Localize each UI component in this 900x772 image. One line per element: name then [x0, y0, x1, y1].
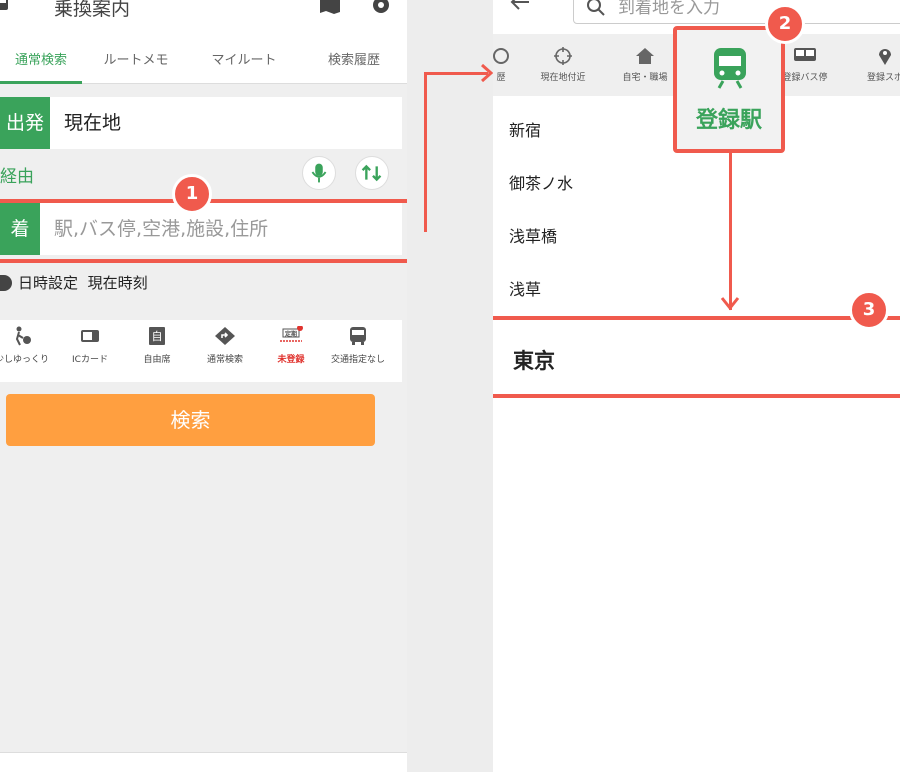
- back-arrow-icon[interactable]: [509, 0, 531, 12]
- swap-button[interactable]: [355, 156, 389, 190]
- history-icon: [493, 48, 509, 64]
- step-badge-3: 3: [849, 290, 889, 330]
- train-icon: [714, 48, 746, 89]
- search-button[interactable]: 検索: [6, 394, 375, 446]
- app-title: 乗換案内: [54, 0, 131, 20]
- datetime-row[interactable]: 日時設定 現在時刻: [0, 272, 148, 293]
- highlight-tokyo: [493, 316, 900, 398]
- commuter-pass-icon: 定期: [280, 326, 303, 342]
- microphone-icon: [311, 163, 327, 183]
- strip-nearby[interactable]: 現在地付近: [523, 46, 603, 83]
- origin-value: 現在地: [64, 112, 122, 134]
- step-badge-1: 1: [172, 174, 212, 214]
- station-item[interactable]: 浅草橋: [509, 223, 557, 247]
- search-icon: [587, 0, 605, 16]
- seat-icon: 自: [149, 327, 165, 345]
- strip-spots-label: 登録スポ: [866, 73, 900, 83]
- destination-search-input[interactable]: 到着地を入力: [618, 0, 720, 18]
- transit-search-screen: 乗換案内 通常検索 ルートメモ マイルート 検索履歴 出発 現在地 経由 着 駅…: [0, 0, 407, 772]
- arrow-head-icon: [481, 63, 494, 83]
- option-ic-card[interactable]: ICカード: [55, 326, 125, 365]
- bus-icon: [0, 0, 8, 10]
- tutorial-stage: 乗換案内 通常検索 ルートメモ マイルート 検索履歴 出発 現在地 経由 着 駅…: [0, 0, 900, 772]
- bus-icon: [350, 327, 366, 345]
- option-search-mode[interactable]: 通常検索: [190, 326, 260, 365]
- swap-arrows-icon: [361, 164, 382, 182]
- tab-route-memo[interactable]: ルートメモ: [88, 40, 184, 84]
- option-walk-speed[interactable]: 少しゆっくり: [0, 326, 57, 365]
- strip-nearby-label: 現在地付近: [540, 73, 586, 83]
- destination-picker-screen: 到着地を入力 歴 現在地付近 自宅・職場 登録バス停 登録スポ 新宿 御茶ノ水 …: [493, 0, 900, 772]
- connector-line: [729, 152, 732, 310]
- registered-stations-label: 登録駅: [695, 108, 762, 133]
- option-seat-label: 自由席: [143, 355, 171, 365]
- datetime-value: 現在時刻: [87, 274, 148, 292]
- connector-line: [424, 72, 427, 232]
- arrow-head-icon: [720, 297, 740, 311]
- via-label[interactable]: 経由: [0, 162, 34, 187]
- option-transport-label: 交通指定なし: [330, 355, 385, 365]
- commuter-pass-badge: 定期: [284, 330, 297, 338]
- app-header: 乗換案内: [0, 0, 407, 30]
- step-badge-2: 2: [765, 4, 805, 44]
- strip-spots[interactable]: 登録スポ: [845, 46, 900, 83]
- strip-bus-stops-label: 登録バス停: [782, 73, 828, 83]
- connector-line: [424, 72, 488, 75]
- tab-normal-search[interactable]: 通常検索: [0, 40, 82, 84]
- strip-history-label: 歴: [496, 73, 506, 83]
- destination-search-box[interactable]: 到着地を入力: [573, 0, 900, 24]
- origin-chip: 出発: [0, 97, 50, 149]
- station-item[interactable]: 浅草: [509, 276, 541, 300]
- bottom-nav: [0, 752, 407, 772]
- voice-input-button[interactable]: [302, 156, 336, 190]
- origin-row[interactable]: 出発 現在地: [0, 97, 402, 149]
- crosshair-icon: [554, 47, 572, 65]
- search-tabs: 通常検索 ルートメモ マイルート 検索履歴: [0, 40, 407, 84]
- highlight-registered-stations[interactable]: 登録駅: [673, 26, 785, 153]
- datetime-label: 日時設定: [18, 274, 79, 292]
- option-commuter-pass[interactable]: 定期 未登録: [256, 326, 326, 365]
- option-ic-card-label: ICカード: [72, 355, 108, 365]
- ic-card-icon: [81, 330, 99, 342]
- map-icon[interactable]: [318, 0, 342, 16]
- bus-icon: [794, 48, 816, 61]
- clock-icon: [0, 275, 12, 291]
- search-options: 少しゆっくり ICカード 自 自由席 通常検索 定期 未登録 交通指定なし: [0, 320, 402, 382]
- route-diamond-icon: [215, 327, 235, 345]
- option-walk-speed-label: 少しゆっくり: [0, 355, 49, 365]
- option-search-mode-label: 通常検索: [206, 355, 243, 365]
- home-icon: [636, 48, 654, 64]
- tab-my-route[interactable]: マイルート: [196, 40, 292, 84]
- pin-icon: [879, 49, 891, 65]
- svg-text:自: 自: [152, 330, 163, 343]
- gear-icon[interactable]: [370, 0, 392, 16]
- strip-home-work-label: 自宅・職場: [622, 73, 668, 83]
- station-item[interactable]: 御茶ノ水: [509, 170, 573, 194]
- walking-person-icon: [15, 326, 31, 346]
- option-commuter-pass-label: 未登録: [277, 355, 305, 365]
- station-item[interactable]: 新宿: [509, 117, 541, 141]
- tab-search-history[interactable]: 検索履歴: [306, 40, 402, 84]
- option-seat[interactable]: 自 自由席: [122, 326, 192, 365]
- option-transport[interactable]: 交通指定なし: [323, 326, 393, 365]
